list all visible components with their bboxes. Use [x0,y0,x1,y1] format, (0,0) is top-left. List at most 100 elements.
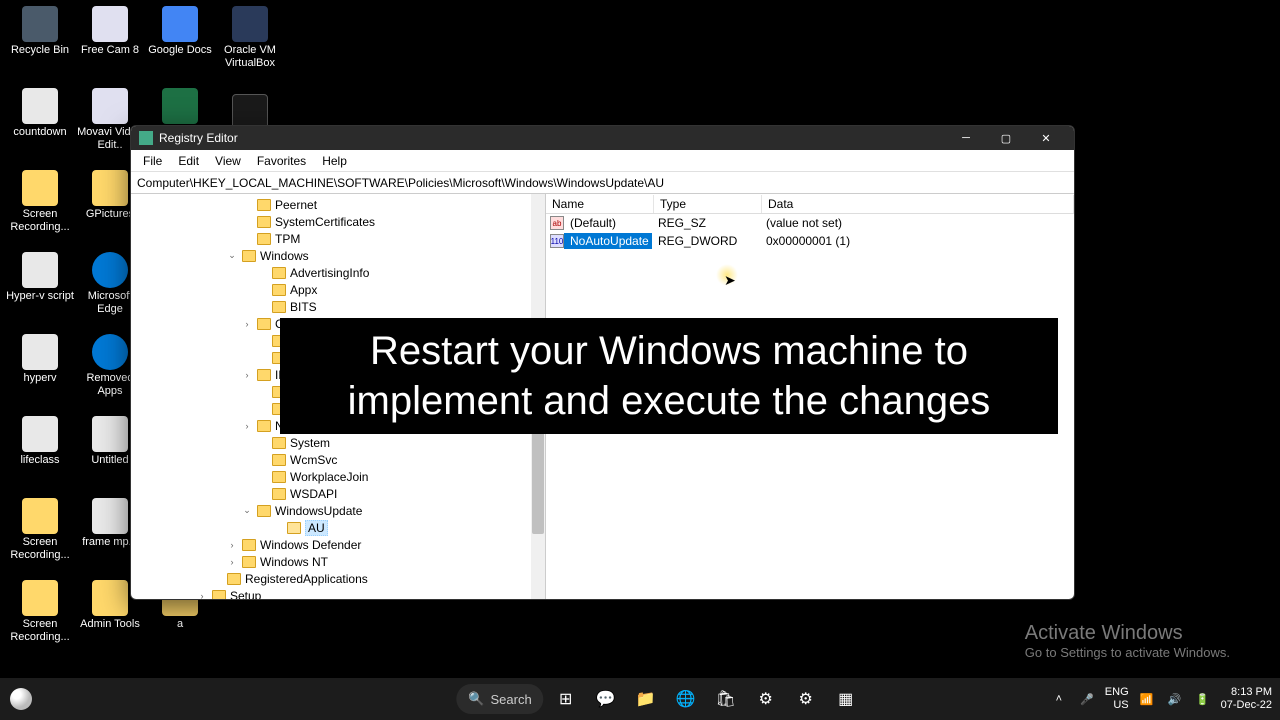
icon-label: Hyper-v script [6,290,74,303]
tree-label: Peernet [275,198,317,212]
tree-node[interactable]: SystemCertificates [131,213,545,230]
tree-node[interactable]: ›Windows Defender [131,536,545,553]
titlebar[interactable]: Registry Editor ─ ▢ ✕ [131,126,1074,150]
tree-node[interactable]: › Setup [131,587,545,599]
tray-chevron-icon[interactable]: ˄ [1049,689,1069,709]
icon-image [22,416,58,452]
tree-label: WcmSvc [290,453,337,467]
folder-icon [242,250,256,262]
tree-node[interactable]: ⌄ WindowsUpdate [131,502,545,519]
folder-icon [272,437,286,449]
desktop-icon[interactable]: Oracle VM VirtualBox [216,6,284,70]
tree-label: RegisteredApplications [245,572,368,586]
address-bar[interactable]: Computer\HKEY_LOCAL_MACHINE\SOFTWARE\Pol… [131,172,1074,194]
menu-view[interactable]: View [207,152,249,170]
tree-node[interactable]: AU [131,519,545,536]
expand-icon[interactable]: › [241,319,253,329]
desktop-icon[interactable]: Screen Recording... [6,580,74,644]
col-type[interactable]: Type [654,195,762,213]
tree-node[interactable]: WorkplaceJoin [131,468,545,485]
battery-icon[interactable]: 🔋 [1193,689,1213,709]
icon-image [162,6,198,42]
search-placeholder: Search [490,692,531,707]
icon-image [92,498,128,534]
desktop-icon[interactable] [146,88,214,126]
desktop-icon[interactable]: lifeclass [6,416,74,467]
icon-image [92,334,128,370]
expand-icon[interactable]: › [241,370,253,380]
tree-node[interactable]: BITS [131,298,545,315]
language-indicator[interactable]: ENG US [1105,686,1129,711]
folder-icon [272,301,286,313]
icon-label: Google Docs [148,44,212,57]
chat-icon[interactable]: 💬 [588,681,624,717]
value-type-icon: ab [550,216,564,230]
col-data[interactable]: Data [762,195,1074,213]
tree-node[interactable]: Appx [131,281,545,298]
icon-label: a [177,618,183,631]
edge-icon[interactable]: 🌐 [668,681,704,717]
menu-favorites[interactable]: Favorites [249,152,314,170]
desktop-icon[interactable]: hyperv [6,334,74,385]
col-name[interactable]: Name [546,195,654,213]
menu-help[interactable]: Help [314,152,355,170]
tree-label: Setup [230,589,261,600]
clock[interactable]: 8:13 PM 07-Dec-22 [1221,686,1272,711]
desktop-icon[interactable]: Free Cam 8 [76,6,144,57]
tree-node[interactable]: WcmSvc [131,451,545,468]
volume-icon[interactable]: 🔊 [1165,689,1185,709]
app-icon[interactable]: ▦ [828,681,864,717]
tree-label: WindowsUpdate [275,504,362,518]
folder-icon [227,573,241,585]
expand-icon[interactable]: › [241,421,253,431]
value-data: 0x00000001 (1) [760,233,856,249]
task-view-icon[interactable]: ⊞ [548,681,584,717]
desktop-icon[interactable]: Hyper-v script [6,252,74,303]
tree-node[interactable]: System [131,434,545,451]
tree-node[interactable]: WSDAPI [131,485,545,502]
tree-node[interactable]: AdvertisingInfo [131,264,545,281]
close-button[interactable]: ✕ [1026,126,1066,150]
wifi-icon[interactable]: 📶 [1137,689,1157,709]
menu-edit[interactable]: Edit [170,152,207,170]
gear-icon[interactable]: ⚙ [788,681,824,717]
weather-icon[interactable] [10,688,32,710]
menu-file[interactable]: File [135,152,170,170]
expand-icon[interactable]: › [226,557,238,567]
desktop-icon[interactable]: Screen Recording... [6,498,74,562]
tree-node[interactable]: ⌄Windows [131,247,545,264]
folder-icon [257,318,271,330]
value-row[interactable]: ab(Default)REG_SZ(value not set) [546,214,1074,232]
mic-icon[interactable]: 🎤 [1077,689,1097,709]
desktop-icon[interactable]: Screen Recording... [6,170,74,234]
tree-node[interactable]: Peernet [131,196,545,213]
explorer-icon[interactable]: 📁 [628,681,664,717]
search-box[interactable]: 🔍 Search [456,684,543,714]
folder-icon [257,199,271,211]
icon-image [92,170,128,206]
expand-icon[interactable]: ⌄ [226,250,238,261]
folder-icon [242,539,256,551]
value-type-icon: 110 [550,234,564,248]
maximize-button[interactable]: ▢ [986,126,1026,150]
start-button[interactable] [416,681,452,717]
expand-icon[interactable]: › [196,591,208,600]
tree-node[interactable]: TPM [131,230,545,247]
folder-icon [257,505,271,517]
expand-icon[interactable]: › [226,540,238,550]
store-icon[interactable]: 🛍 [708,681,744,717]
value-row[interactable]: 110NoAutoUpdateREG_DWORD0x00000001 (1) [546,232,1074,250]
desktop-icon[interactable]: Google Docs [146,6,214,57]
minimize-button[interactable]: ─ [946,126,986,150]
settings-icon[interactable]: ⚙ [748,681,784,717]
desktop-icon[interactable]: Recycle Bin [6,6,74,57]
tree-node[interactable]: ›Windows NT [131,553,545,570]
expand-icon[interactable]: ⌄ [241,505,253,516]
icon-label: Admin Tools [80,618,140,631]
icon-label: Free Cam 8 [81,44,139,57]
icon-label: Screen Recording... [6,618,74,644]
taskbar: 🔍 Search ⊞ 💬 📁 🌐 🛍 ⚙ ⚙ ▦ ˄ 🎤 ENG US 📶 🔊 … [0,678,1280,720]
tree-node[interactable]: RegisteredApplications [131,570,545,587]
overlay-caption: Restart your Windows machine to implemen… [280,318,1058,434]
desktop-icon[interactable]: countdown [6,88,74,139]
